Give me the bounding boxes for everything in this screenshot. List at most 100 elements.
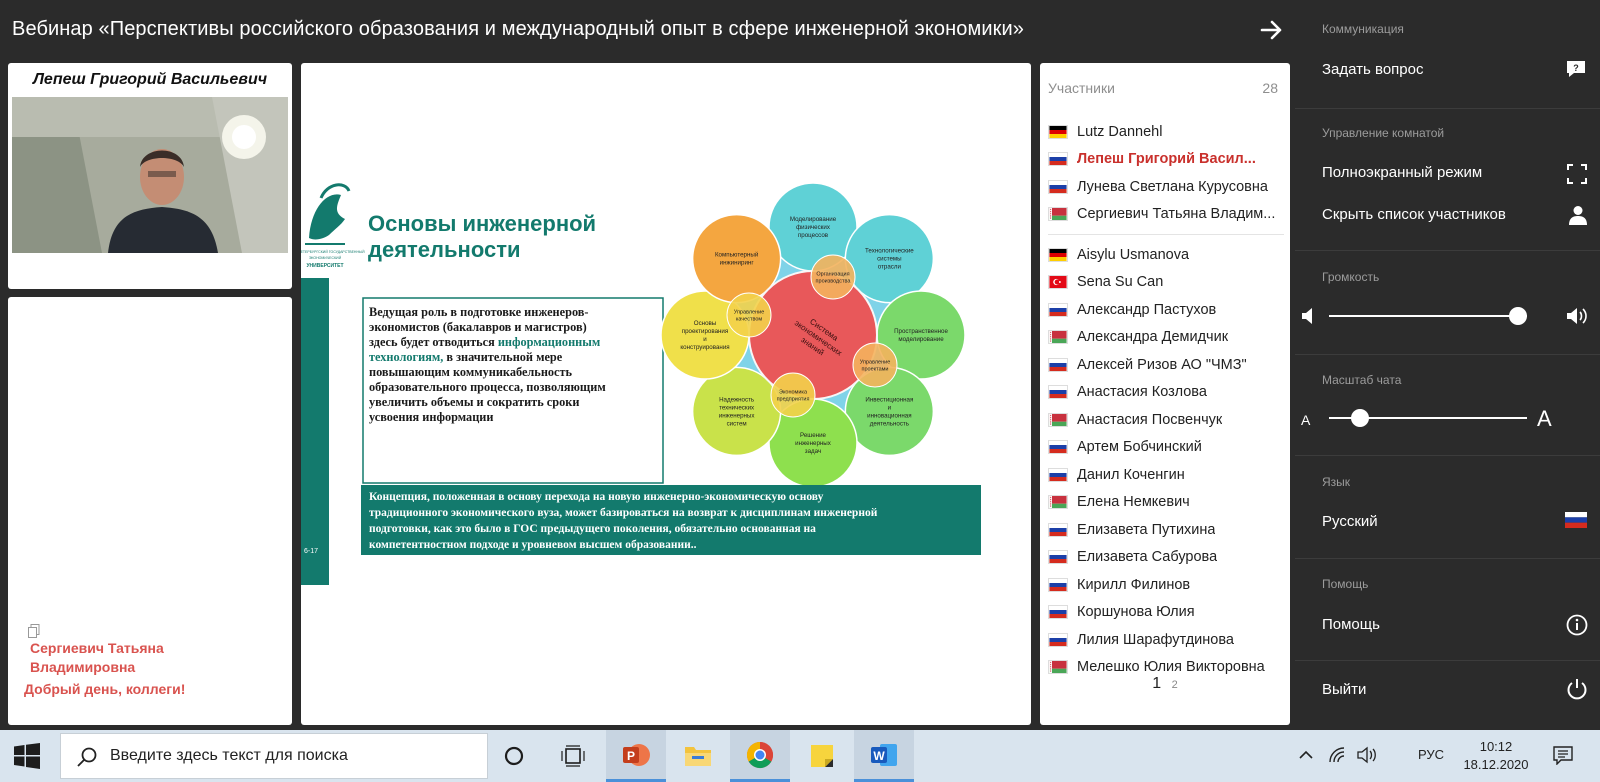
svg-text:W: W [873,749,885,763]
chat-message-text: Добрый день, коллеги! [24,681,186,697]
diagram-petal-label: технических [719,404,755,411]
cortana-button[interactable] [484,730,544,782]
slide-box-line: экономистов (бакалавров и магистров) [369,320,587,334]
communication-section-title: Коммуникация [1322,22,1404,36]
russian-flag-icon[interactable] [1565,512,1587,528]
participant-name: Елена Немкевич [1077,494,1190,511]
presentation-slide: 6-17 САНКТ-ПЕТЕРБУРГСКИЙ ГОСУДАРСТВЕННЫЙ… [301,63,1031,725]
university-logo-text: САНКТ-ПЕТЕРБУРГСКИЙ ГОСУДАРСТВЕННЫЙ [301,250,365,254]
participant-item[interactable]: Елизавета Путихина [1048,516,1284,544]
page-1-link[interactable]: 1 [1152,675,1161,692]
powerpoint-taskbar-button[interactable]: P [606,730,666,782]
participant-item[interactable]: Данил Коченгин [1048,461,1284,489]
participant-item[interactable]: Александр Пастухов [1048,296,1284,324]
participant-item[interactable]: Кирилл Филинов [1048,571,1284,599]
hide-participants-button[interactable]: Скрыть список участников [1322,206,1506,223]
participant-item[interactable]: Елена Немкевич [1048,489,1284,517]
slide-box-line: технологиям, в значительной мере [369,350,563,364]
help-button[interactable]: Помощь [1322,616,1380,633]
language-select[interactable]: Русский [1322,513,1378,530]
diagram-petal-label: Моделирование [790,216,837,223]
task-view-icon [561,745,585,767]
chevron-up-icon[interactable] [1298,749,1314,761]
taskbar-search-box[interactable]: Введите здесь текст для поиска [60,733,488,779]
flag-ru-icon [1048,179,1068,194]
user-icon[interactable] [1569,205,1587,225]
flag-ru-icon [1048,385,1068,400]
page-2-link[interactable]: 2 [1172,679,1178,691]
chat-question-icon[interactable]: ? [1566,60,1586,78]
chrome-taskbar-button[interactable] [730,730,790,782]
task-view-button[interactable] [543,730,603,782]
participant-name: Александра Демидчик [1077,329,1229,346]
sticky-notes-taskbar-button[interactable] [792,730,852,782]
speaker-video [12,97,288,253]
participant-item[interactable]: Елизавета Сабурова [1048,544,1284,572]
power-icon[interactable] [1566,678,1588,700]
wifi-icon[interactable] [1328,746,1346,764]
diagram-petal-label: и [888,404,892,411]
clock[interactable]: 10:12 18.12.2020 [1461,738,1531,774]
chat-scale-slider-knob[interactable] [1350,409,1369,427]
diagram-petal-label: Пространственное [894,328,948,335]
slide-heading-line1: Основы инженерной [368,211,596,236]
speaker-icon[interactable] [1357,746,1377,764]
word-taskbar-button[interactable]: W [854,730,914,782]
chat-scale-slider[interactable] [1329,408,1527,428]
participant-item[interactable]: Lutz Dannehl [1048,118,1284,146]
participant-item[interactable]: Лунева Светлана Курусовна [1048,173,1284,201]
slide-box-line: повышающим коммуникабельность [369,365,573,379]
svg-text:УНИВЕРСИТЕТ: УНИВЕРСИТЕТ [306,263,343,269]
participant-name: Сергиевич Татьяна Владим... [1077,206,1276,223]
copy-icon[interactable] [28,624,40,638]
diagram-inner-label: Экономика [779,390,808,396]
diagram-petal-label: инжиниринг [720,260,755,267]
arrow-right-icon[interactable] [1258,16,1286,44]
diagram-petal-label: систем [727,420,747,427]
participant-item[interactable]: Александра Демидчик [1048,324,1284,352]
fullscreen-button[interactable]: Полноэкранный режим [1322,164,1482,181]
participant-item[interactable]: Артем Бобчинский [1048,434,1284,462]
slide-footer-line: Концепция, положенная в основу перехода … [369,491,824,503]
diagram-petal-label: и [703,336,707,343]
participant-item[interactable]: Коршунова Юлия [1048,599,1284,627]
flag-by-icon [1048,330,1068,345]
windows-start-icon[interactable] [14,743,40,769]
participants-list: Lutz Dannehl Лепеш Григорий Васил... Лунев… [1048,118,1284,681]
file-explorer-icon [685,747,711,766]
volume-section-title: Громкость [1322,270,1380,284]
file-explorer-taskbar-button[interactable] [668,730,728,782]
info-icon[interactable] [1566,614,1588,636]
diagram-petal-label: инновационная [867,412,911,419]
exit-button[interactable]: Выйти [1322,681,1366,698]
participant-item[interactable]: Лилия Шарафутдинова [1048,626,1284,654]
ask-question-button[interactable]: Задать вопрос [1322,61,1423,78]
participant-name: Лилия Шарафутдинова [1077,631,1234,648]
participant-name: Данил Коченгин [1077,466,1185,483]
flag-by-icon [1048,495,1068,510]
participant-item[interactable]: Анастасия Посвенчук [1048,406,1284,434]
volume-slider-knob[interactable] [1509,307,1527,325]
participant-item[interactable]: Aisylu Usmanova [1048,241,1284,269]
powerpoint-icon: P [623,743,650,766]
clock-date: 18.12.2020 [1463,757,1529,772]
participant-item[interactable]: Sena Su Can [1048,269,1284,297]
slide-box-line: здесь будет отводиться информационным [369,335,600,349]
participant-item[interactable]: Алексей Ризов АО "ЧМЗ" [1048,351,1284,379]
taskbar-search-placeholder: Введите здесь текст для поиска [110,747,348,764]
participants-count: 28 [1262,80,1278,96]
chat-message-author: Сергиевич Татьяна Владимировна [30,640,164,675]
participant-item[interactable]: Сергиевич Татьяна Владим... [1048,201,1284,229]
participant-name: Алексей Ризов АО "ЧМЗ" [1077,356,1247,373]
diagram-petal-label: моделирование [898,336,944,343]
fullscreen-icon[interactable] [1567,164,1587,184]
flag-ru-icon [1048,302,1068,317]
volume-slider[interactable] [1329,306,1527,326]
participants-divider [1048,234,1284,235]
slide-box-line: усвоения информации [369,410,493,424]
diagram-petal-label: проектирования [682,328,729,335]
participant-item[interactable]: Лепеш Григорий Васил... [1048,146,1284,174]
participant-item[interactable]: Анастасия Козлова [1048,379,1284,407]
input-language-indicator[interactable]: РУС [1418,747,1444,762]
notifications-icon[interactable] [1552,745,1574,765]
